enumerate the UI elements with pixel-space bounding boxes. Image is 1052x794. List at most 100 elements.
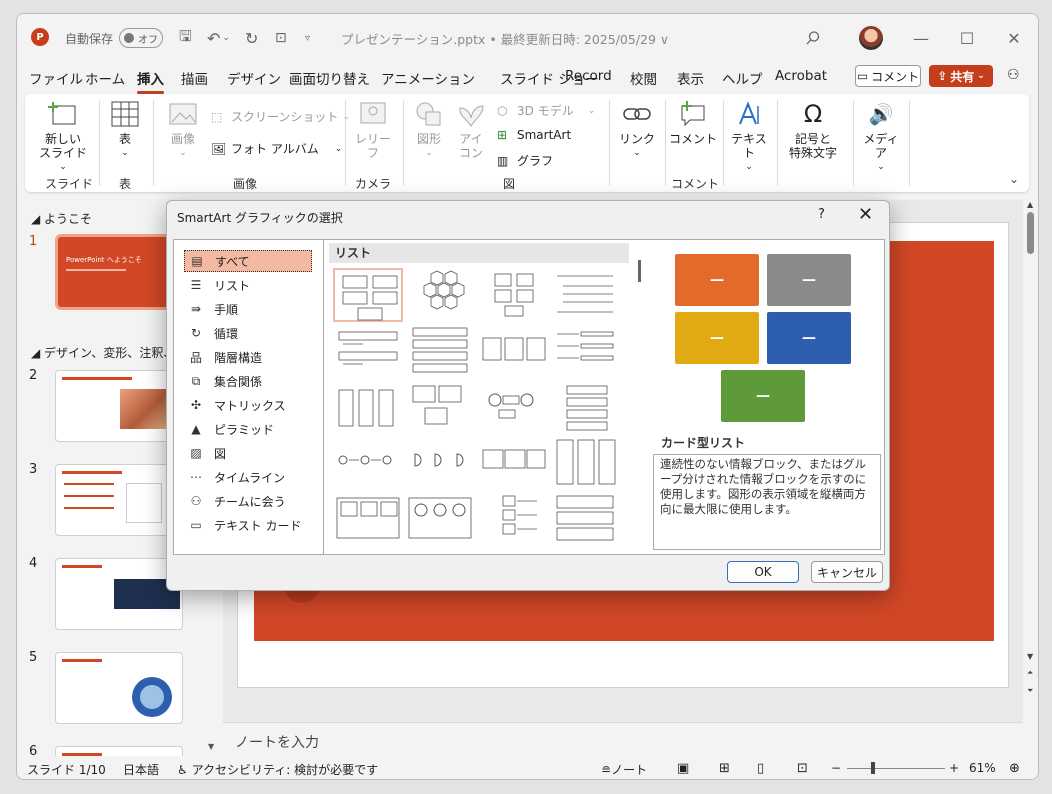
tab-view[interactable]: 表示 (677, 68, 704, 88)
tab-review[interactable]: 校閲 (630, 68, 657, 88)
category-text-card[interactable]: ▭ テキスト カード (184, 514, 312, 536)
shapes-button[interactable]: 図形 ⌄ (411, 100, 447, 160)
smartart-layout-item[interactable] (405, 436, 475, 490)
tab-help[interactable]: ヘルプ (722, 68, 763, 88)
search-icon[interactable] (801, 26, 825, 50)
smartart-layout-item[interactable] (405, 492, 475, 546)
share-button[interactable]: ⇪ 共有 ⌄ (929, 65, 993, 87)
smartart-layout-item[interactable] (551, 380, 621, 434)
scroll-thumb[interactable] (1027, 212, 1034, 254)
smartart-layout-item[interactable] (479, 324, 549, 378)
previous-slide-icon[interactable]: ⏶ (1027, 668, 1033, 678)
language-indicator[interactable]: 日本語 (123, 761, 159, 778)
category-matrix[interactable]: ✣ マトリックス (184, 394, 312, 416)
section-header-design[interactable]: ◢ デザイン、変形、注釈、共 (31, 344, 187, 361)
tab-animations[interactable]: アニメーション (381, 68, 475, 88)
coauthoring-icon[interactable]: ⚇ (1007, 67, 1025, 85)
slide-thumbnail-1[interactable]: PowerPoint へようこそ (55, 234, 183, 310)
customize-qat-icon[interactable]: ▿ (305, 14, 310, 62)
gallery-scrollbar[interactable] (635, 260, 645, 550)
smartart-layout-item[interactable] (333, 324, 403, 378)
slideshow-view-icon[interactable]: ⊡ (797, 761, 808, 776)
cameo-button[interactable]: レリー フ (355, 100, 391, 160)
slide-thumbnail-4[interactable] (55, 558, 183, 630)
close-icon[interactable]: ✕ (1002, 26, 1026, 50)
smartart-layout-item[interactable] (405, 324, 475, 378)
autosave-toggle[interactable]: オフ (119, 28, 164, 48)
autosave[interactable]: 自動保存 オフ (65, 14, 164, 62)
new-slide-button[interactable]: 新しい スライド ⌄ (39, 100, 87, 174)
tab-insert[interactable]: 挿入 (137, 68, 164, 94)
image-button[interactable]: 画像 ⌄ (165, 100, 201, 160)
symbols-button[interactable]: Ω 記号と 特殊文字 (781, 100, 845, 160)
comment-button[interactable]: ▭ コメント (855, 65, 921, 87)
smartart-layout-item[interactable] (479, 380, 549, 434)
smartart-layout-item[interactable] (333, 380, 403, 434)
notes-pane[interactable]: ノートを入力 (223, 722, 1023, 756)
fit-to-window-icon[interactable]: ⊕ (1009, 761, 1020, 776)
smartart-layout-item[interactable] (551, 324, 621, 378)
slide-thumbnail-3[interactable] (55, 464, 183, 536)
zoom-out-icon[interactable]: − (831, 761, 841, 775)
ok-button[interactable]: OK (727, 561, 799, 583)
user-avatar[interactable] (859, 26, 883, 50)
photo-album-button[interactable]: 🖼 フォト アルバム ⌄ (211, 140, 342, 157)
media-button[interactable]: 🔊 メディア ⌄ (859, 100, 903, 174)
accessibility-checker[interactable]: ♿ アクセシビリティ: 検討が必要です (177, 761, 378, 778)
category-hierarchy[interactable]: 品階層構造 (184, 346, 312, 368)
tab-file[interactable]: ファイル (29, 68, 83, 88)
category-timeline[interactable]: ⋯ タイムライン (184, 466, 312, 488)
category-cycle[interactable]: ↻ 循環 (184, 322, 312, 344)
minimize-icon[interactable]: — (909, 26, 933, 50)
smartart-layout-item[interactable] (551, 492, 621, 546)
help-button[interactable]: ? (818, 207, 825, 222)
category-all[interactable]: ▤ すべて (184, 250, 312, 272)
slide-thumbnail-5[interactable] (55, 652, 183, 724)
tab-home[interactable]: ホーム (85, 68, 125, 88)
maximize-icon[interactable]: ☐ (955, 26, 979, 50)
smartart-layout-item[interactable] (405, 268, 475, 322)
smartart-layout-item[interactable] (333, 268, 403, 322)
section-header-welcome[interactable]: ◢ ようこそ (31, 210, 92, 227)
category-picture[interactable]: ▨ 図 (184, 442, 312, 464)
tab-record[interactable]: Record (565, 68, 612, 84)
tab-acrobat[interactable]: Acrobat (775, 68, 827, 84)
tab-transitions[interactable]: 画面切り替え (289, 68, 370, 88)
zoom-slider-thumb[interactable] (871, 762, 875, 774)
zoom-slider[interactable] (847, 768, 945, 769)
text-button[interactable]: テキスト ⌄ (727, 100, 771, 174)
smartart-layout-item[interactable] (479, 492, 549, 546)
smartart-layout-item[interactable] (405, 380, 475, 434)
smartart-layout-item[interactable] (333, 436, 403, 490)
new-comment-button[interactable]: コメント (669, 100, 717, 146)
3d-model-button[interactable]: ⬡ 3D モデル ⌄ (497, 102, 595, 119)
smartart-button[interactable]: ⊞ SmartArt (497, 128, 571, 142)
tab-draw[interactable]: 描画 (181, 68, 208, 88)
icons-button[interactable]: アイ コン (453, 100, 489, 160)
document-title[interactable]: プレゼンテーション.pptx • 最終更新日時: 2025/05/29 ∨ (341, 14, 669, 62)
redo-icon[interactable]: ↻ (245, 14, 258, 62)
dialog-close-icon[interactable]: ✕ (858, 204, 873, 225)
smartart-layout-item[interactable] (551, 268, 621, 322)
category-process[interactable]: ⇛ 手順 (184, 298, 312, 320)
collapse-ribbon-icon[interactable]: ⌄ (1009, 172, 1019, 186)
undo-icon[interactable]: ↶ ⌄ (207, 14, 230, 62)
category-list-item[interactable]: ☰ リスト (184, 274, 312, 296)
link-button[interactable]: リンク ⌄ (619, 100, 655, 160)
zoom-level[interactable]: 61% (969, 761, 996, 775)
smartart-layout-item[interactable] (479, 268, 549, 322)
cancel-button[interactable]: キャンセル (811, 561, 883, 583)
reading-view-icon[interactable]: ▯ (757, 761, 764, 776)
smartart-layout-item[interactable] (479, 436, 549, 490)
category-pyramid[interactable]: ▲ ピラミッド (184, 418, 312, 440)
zoom-in-icon[interactable]: + (949, 761, 959, 775)
notes-toggle[interactable]: ≘ノート (601, 761, 647, 778)
slide-sorter-icon[interactable]: ⊞ (719, 761, 730, 776)
slide-thumbnail-2[interactable] (55, 370, 183, 442)
normal-view-icon[interactable]: ▣ (677, 761, 689, 776)
from-beginning-icon[interactable]: ⊡ (275, 14, 287, 62)
next-slide-icon[interactable]: ⏷ (1027, 686, 1033, 696)
tab-design[interactable]: デザイン (227, 68, 281, 88)
category-meet-team[interactable]: ⚇ チームに会う (184, 490, 312, 512)
save-icon[interactable]: 🖫 (179, 14, 192, 62)
